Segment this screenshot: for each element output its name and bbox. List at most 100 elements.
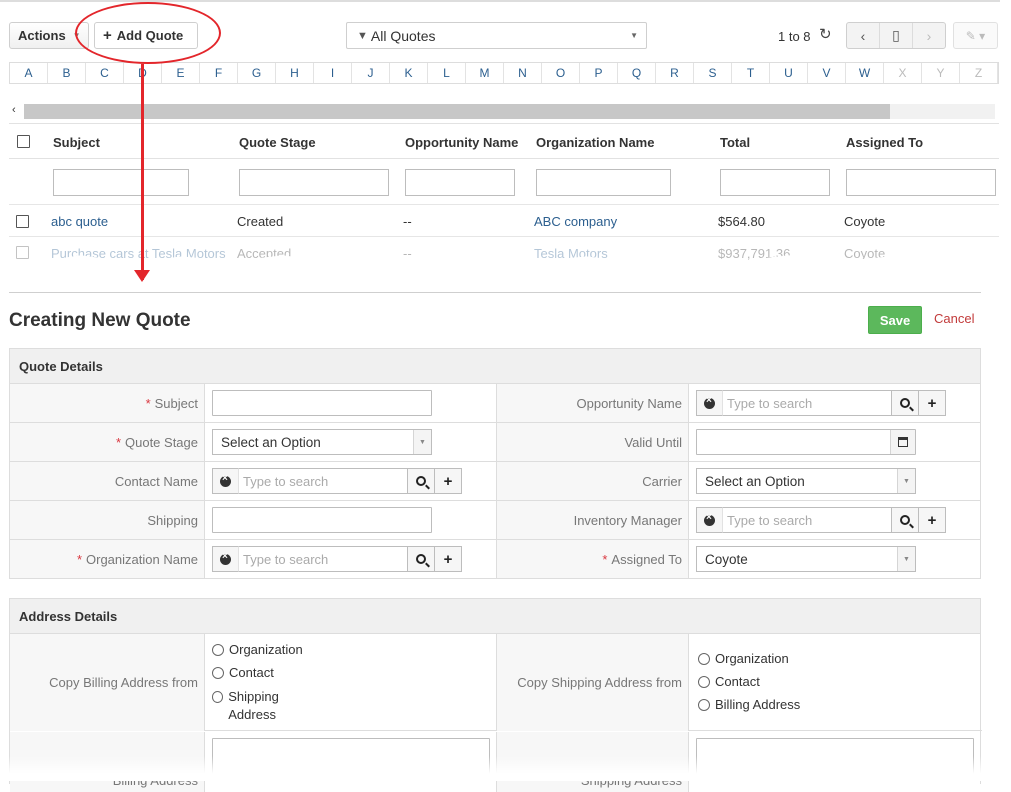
alphabet-letter[interactable]: H [276, 63, 314, 83]
alphabet-letter[interactable]: K [390, 63, 428, 83]
billing-copy-shipping-radio[interactable]: Shipping Address [212, 688, 322, 724]
alphabet-filter: ABCDEFGHIJKLMNOPQRSTUVWXYZ [9, 62, 999, 84]
alphabet-letter[interactable]: M [466, 63, 504, 83]
billing-copy-contact-radio[interactable]: Contact [212, 665, 274, 680]
quote-stage-filter-input[interactable] [239, 169, 389, 196]
inventory-manager-label: Inventory Manager [496, 501, 689, 539]
valid-until-input[interactable] [696, 429, 916, 455]
subject-filter-input[interactable] [53, 169, 189, 196]
shipping-copy-contact-radio[interactable]: Contact [698, 674, 760, 689]
column-header-total[interactable]: Total [720, 135, 750, 150]
refresh-icon[interactable]: ↻ [819, 25, 832, 43]
form-row: Shipping Inventory Manager Type to searc… [10, 501, 980, 540]
add-icon[interactable]: + [435, 546, 462, 572]
assigned-filter-input[interactable] [846, 169, 996, 196]
subject-cell[interactable]: abc quote [51, 214, 108, 229]
alphabet-letter[interactable]: L [428, 63, 466, 83]
assigned-cell: Coyote [844, 214, 886, 229]
add-icon[interactable]: + [435, 468, 462, 494]
shipping-copy-billing-radio[interactable]: Billing Address [698, 697, 800, 712]
list-filter-select[interactable]: ▼ All Quotes ▼ [346, 22, 647, 49]
save-button[interactable]: Save [868, 306, 922, 334]
alphabet-letter[interactable]: Y [922, 63, 960, 83]
column-header-subject[interactable]: Subject [53, 135, 100, 150]
billing-copy-organization-radio[interactable]: Organization [212, 642, 303, 657]
inventory-manager-search-input[interactable]: Type to search [722, 507, 892, 533]
subject-input[interactable] [212, 390, 432, 416]
alphabet-letter[interactable]: J [352, 63, 390, 83]
column-header-assigned-to[interactable]: Assigned To [846, 135, 923, 150]
alphabet-letter[interactable]: W [846, 63, 884, 83]
clear-icon[interactable] [696, 390, 722, 416]
alphabet-letter[interactable]: N [504, 63, 542, 83]
alphabet-letter[interactable]: R [656, 63, 694, 83]
row-checkbox[interactable] [16, 246, 29, 259]
shipping-input[interactable] [212, 507, 432, 533]
quote-details-table: *Subject Opportunity Name Type to search… [9, 384, 981, 579]
alphabet-letter[interactable]: P [580, 63, 618, 83]
alphabet-letter[interactable]: O [542, 63, 580, 83]
inventory-manager-value-cell: Type to search + [690, 501, 982, 539]
column-header-organization-name[interactable]: Organization Name [536, 135, 654, 150]
clear-icon[interactable] [212, 468, 238, 494]
alphabet-letter[interactable]: A [10, 63, 48, 83]
organization-cell[interactable]: ABC company [534, 214, 617, 229]
alphabet-letter[interactable]: V [808, 63, 846, 83]
total-cell: $564.80 [718, 214, 765, 229]
alphabet-letter[interactable]: U [770, 63, 808, 83]
subject-value-cell [206, 384, 496, 422]
alphabet-letter[interactable]: S [694, 63, 732, 83]
search-icon[interactable] [408, 546, 435, 572]
alphabet-letter[interactable]: Q [618, 63, 656, 83]
search-icon[interactable] [892, 390, 919, 416]
assigned-to-select[interactable]: Coyote ▼ [696, 546, 916, 572]
wrench-icon[interactable]: ✎ ▾ [953, 22, 998, 49]
page-jump-icon[interactable]: ▯ [880, 23, 913, 48]
shipping-copy-organization-radio[interactable]: Organization [698, 651, 789, 666]
actions-label: Actions [18, 28, 66, 43]
search-filter-row [9, 160, 999, 205]
opportunity-search-input[interactable]: Type to search [722, 390, 892, 416]
add-icon[interactable]: + [919, 507, 946, 533]
alphabet-letter[interactable]: I [314, 63, 352, 83]
carrier-select[interactable]: Select an Option ▼ [696, 468, 916, 494]
column-header-quote-stage[interactable]: Quote Stage [239, 135, 316, 150]
alphabet-letter[interactable]: C [86, 63, 124, 83]
select-all-checkbox[interactable] [17, 135, 30, 148]
clear-icon[interactable] [696, 507, 722, 533]
horizontal-scrollbar-thumb[interactable] [24, 104, 890, 119]
row-checkbox[interactable] [16, 215, 29, 228]
organization-filter-input[interactable] [536, 169, 671, 196]
calendar-icon[interactable] [890, 430, 915, 454]
alphabet-letter[interactable]: G [238, 63, 276, 83]
organization-search-input[interactable]: Type to search [238, 546, 408, 572]
clear-icon[interactable] [212, 546, 238, 572]
add-icon[interactable]: + [919, 390, 946, 416]
copy-shipping-options: Organization Contact Billing Address [690, 634, 982, 731]
list-header-row: Subject Quote Stage Opportunity Name Org… [9, 123, 999, 159]
organization-name-label: * Organization Name [10, 540, 205, 578]
previous-page-icon[interactable]: ‹ [847, 23, 880, 48]
alphabet-letter[interactable]: Z [960, 63, 998, 83]
column-header-opportunity-name[interactable]: Opportunity Name [405, 135, 518, 150]
alphabet-letter[interactable]: F [200, 63, 238, 83]
alphabet-letter[interactable]: E [162, 63, 200, 83]
next-page-icon[interactable]: › [913, 23, 945, 48]
contact-search-input[interactable]: Type to search [238, 468, 408, 494]
search-icon[interactable] [892, 507, 919, 533]
assigned-to-label: * Assigned To [496, 540, 689, 578]
table-row[interactable]: abc quote Created -- ABC company $564.80… [9, 206, 999, 237]
alphabet-letter[interactable]: X [884, 63, 922, 83]
alphabet-letter[interactable]: B [48, 63, 86, 83]
horizontal-scrollbar-track[interactable] [890, 104, 995, 119]
contact-name-label: Contact Name [10, 462, 205, 500]
cancel-link[interactable]: Cancel [934, 311, 974, 326]
total-filter-input[interactable] [720, 169, 830, 196]
pagination-range: 1 to 8 [778, 29, 811, 44]
scroll-left-icon[interactable]: ‹ [12, 104, 16, 116]
alphabet-letter[interactable]: T [732, 63, 770, 83]
opportunity-filter-input[interactable] [405, 169, 515, 196]
opportunity-name-value-cell: Type to search + [690, 384, 982, 422]
search-icon[interactable] [408, 468, 435, 494]
quote-stage-select[interactable]: Select an Option ▼ [212, 429, 432, 455]
